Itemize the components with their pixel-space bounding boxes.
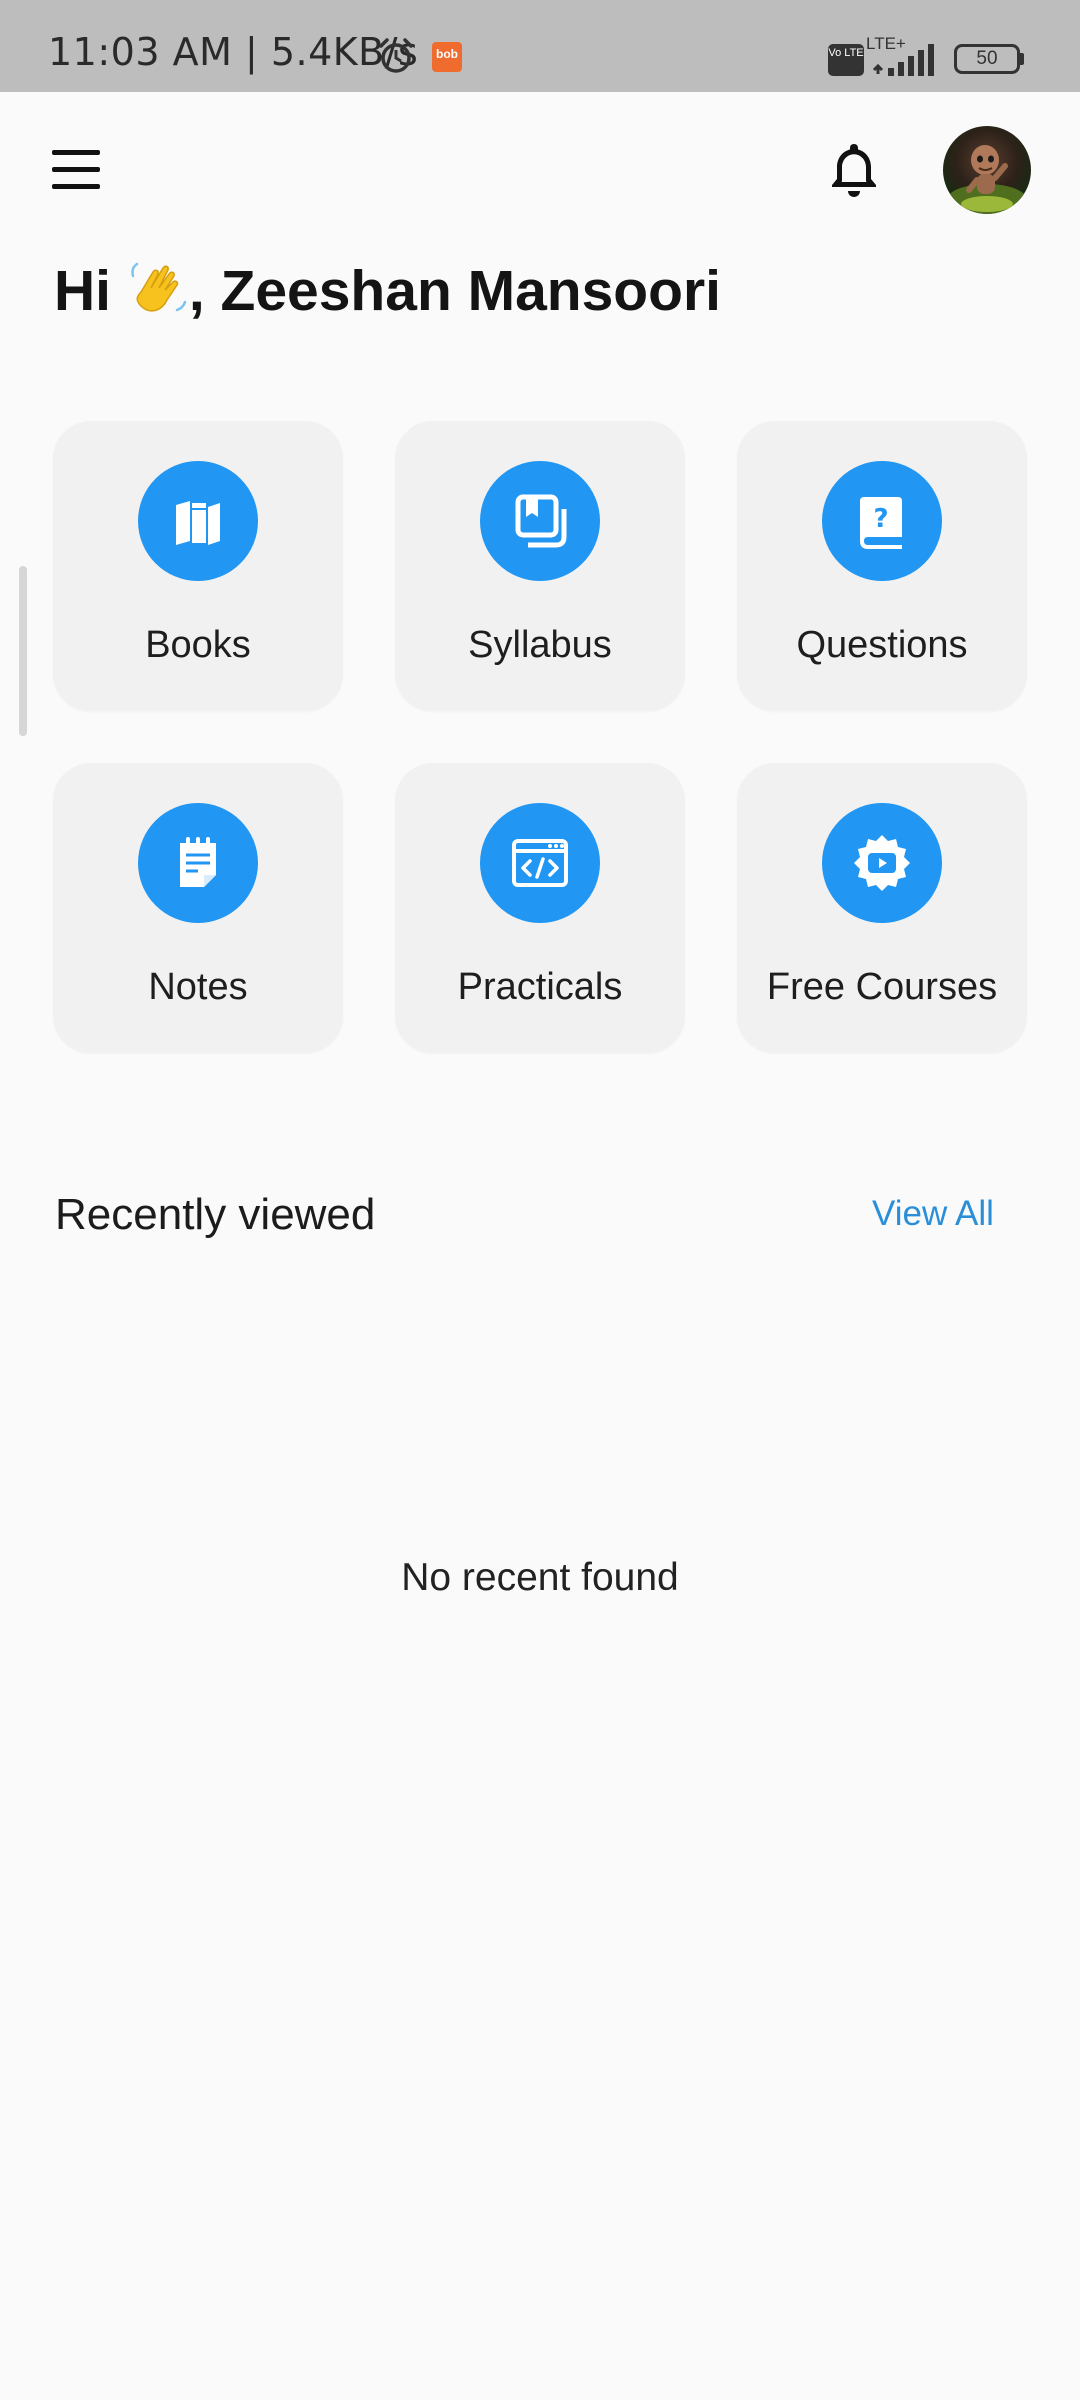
video-badge-icon: [854, 835, 910, 891]
greeting-heading: Hi , Zeeshan Mansoori: [54, 258, 721, 324]
empty-state-message: No recent found: [401, 1556, 679, 1599]
app-badge-label: bob: [436, 47, 458, 61]
tile-label: Questions: [796, 624, 968, 666]
tile-label: Syllabus: [468, 624, 612, 666]
tile-icon-circle: [480, 803, 600, 923]
tile-label: Books: [145, 624, 251, 666]
tile-label: Practicals: [457, 966, 623, 1008]
menu-button[interactable]: [48, 148, 104, 192]
hamburger-icon-line: [52, 184, 100, 189]
tile-icon-circle: [138, 803, 258, 923]
tile-books[interactable]: Books: [53, 421, 343, 711]
battery-icon: 50: [954, 44, 1020, 74]
syllabus-icon: [515, 494, 567, 548]
tile-icon-circle: [480, 461, 600, 581]
avatar-image: [947, 145, 1027, 214]
question-book-icon: ?: [860, 497, 902, 549]
app-notification-icon: bob: [432, 42, 462, 72]
hamburger-icon-line: [52, 150, 100, 155]
battery-tip: [1020, 53, 1024, 65]
tile-notes[interactable]: Notes: [53, 763, 343, 1053]
tile-label: Free Courses: [766, 966, 998, 1008]
alarm-clock-icon: [379, 38, 413, 73]
books-icon: [176, 501, 220, 545]
tile-icon-circle: [822, 803, 942, 923]
code-window-icon: [512, 839, 568, 887]
tile-label: Notes: [148, 966, 248, 1008]
tile-questions[interactable]: ? Questions: [737, 421, 1027, 711]
notification-bell-icon[interactable]: [822, 138, 886, 202]
user-avatar[interactable]: [943, 126, 1031, 214]
greeting-prefix: Hi: [54, 259, 111, 323]
tile-icon-circle: ?: [822, 461, 942, 581]
tile-icon-circle: [138, 461, 258, 581]
status-bar: 11:03 AM | 5.4KB/s bob Vo LTE LTE+ 50: [0, 0, 1080, 92]
scrollbar[interactable]: [19, 566, 27, 736]
greeting-user-name: , Zeeshan Mansoori: [188, 259, 721, 323]
waving-hand-icon: [131, 262, 187, 312]
tile-practicals[interactable]: Practicals: [395, 763, 685, 1053]
battery-level: 50: [976, 48, 998, 69]
signal-strength-icon: [872, 44, 934, 76]
status-time: 11:03 AM | 5.4KB/s: [48, 30, 419, 74]
view-all-link[interactable]: View All: [872, 1194, 994, 1234]
volte-indicator: Vo LTE: [828, 44, 864, 76]
hamburger-icon-line: [52, 167, 100, 172]
svg-text:?: ?: [873, 504, 888, 534]
recently-viewed-heading: Recently viewed: [55, 1190, 376, 1239]
notes-icon: [180, 837, 216, 887]
tile-syllabus[interactable]: Syllabus: [395, 421, 685, 711]
tile-free-courses[interactable]: Free Courses: [737, 763, 1027, 1053]
